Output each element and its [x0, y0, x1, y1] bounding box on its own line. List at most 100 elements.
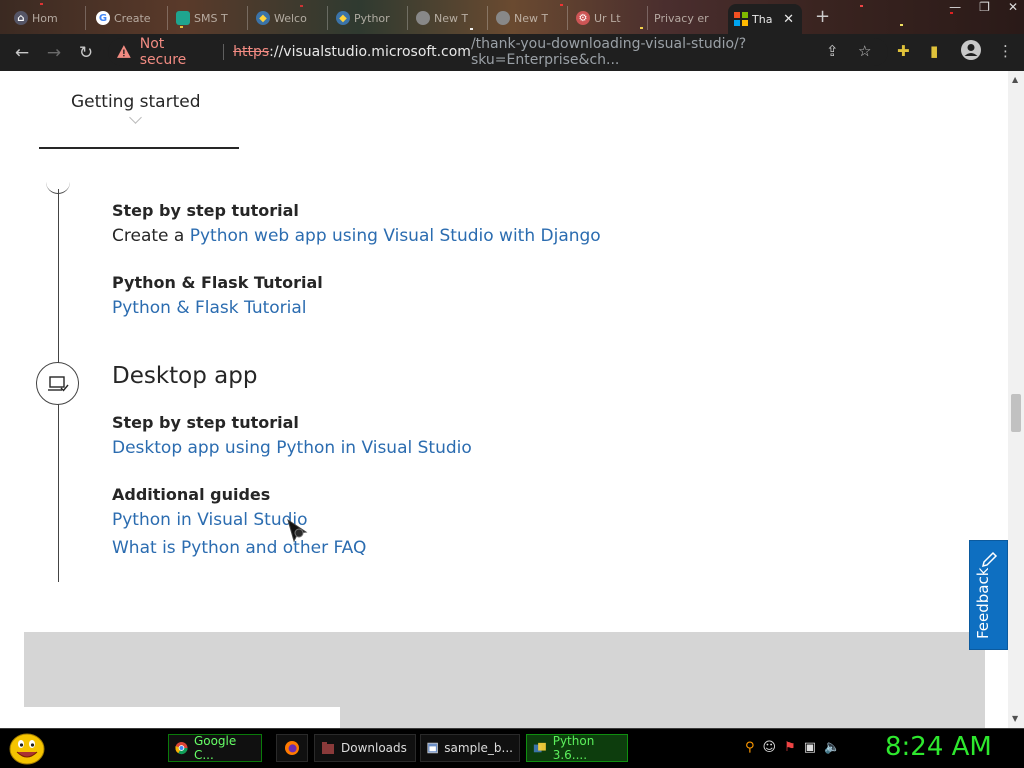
smile-tray-icon[interactable]: ☺ [763, 740, 777, 755]
forward-button[interactable]: → [38, 43, 70, 63]
desktop-app-title: Desktop app [112, 363, 258, 389]
close-window-icon[interactable]: ✕ [1008, 0, 1018, 14]
taskbar-label: sample_b... [444, 741, 513, 755]
taskbar-sample[interactable]: sample_b... [420, 734, 520, 762]
taskbar-label: Downloads [341, 741, 407, 755]
app-icon: ⌂ [14, 11, 28, 25]
url-host: ://visualstudio.microsoft.com [269, 44, 471, 60]
extensions-puzzle-icon[interactable]: ✚ [897, 42, 910, 60]
chrome-icon [416, 11, 430, 25]
page-scrollbar[interactable]: ▲ ▼ [1008, 71, 1024, 728]
tab-title: Privacy er [654, 11, 709, 25]
security-status[interactable]: Not secure [140, 36, 214, 68]
tab-title: Hom [32, 11, 58, 25]
maximize-icon[interactable]: ❐ [979, 0, 990, 14]
flag-icon[interactable]: ⚑ [784, 740, 796, 755]
tab-active-visual-studio[interactable]: Tha ✕ [728, 4, 802, 34]
share-icon[interactable]: ⇪ [826, 42, 839, 60]
volume-icon[interactable]: 🔈 [824, 740, 840, 755]
tab-create[interactable]: G Create [90, 6, 168, 30]
search-icon[interactable]: ⚲ [745, 740, 755, 755]
menu-kebab-icon[interactable]: ⋮ [998, 42, 1013, 60]
bookmark-star-icon[interactable]: ☆ [858, 42, 871, 60]
tab-title: SMS T [194, 11, 228, 25]
google-icon: G [96, 11, 110, 25]
desktop-app-node [36, 362, 79, 405]
side-panel-icon[interactable]: ▮ [930, 42, 938, 60]
microsoft-icon [734, 12, 748, 26]
reload-button[interactable]: ↻ [70, 43, 102, 63]
getting-started-tab[interactable]: Getting started [71, 92, 201, 112]
feedback-label: Feedback [974, 567, 992, 639]
taskbar-downloads[interactable]: Downloads [314, 734, 416, 762]
tab-title: Tha [752, 12, 773, 26]
address-bar[interactable]: Not secure https://visualstudio.microsof… [108, 36, 888, 68]
os-taskbar: Google C... Downloads sample_b... Python… [0, 728, 1024, 768]
firefox-icon [285, 741, 299, 755]
django-tutorial-link[interactable]: Python web app using Visual Studio with … [190, 226, 601, 246]
django-prefix: Create a [112, 226, 190, 246]
sms-icon [176, 11, 190, 25]
warning-icon [116, 45, 131, 58]
taskbar-python-installer[interactable]: Python 3.6.... [526, 734, 628, 762]
folder-icon [322, 742, 334, 754]
new-tab-button[interactable]: + [815, 6, 830, 27]
tab-python[interactable]: ◆ Pythor [330, 6, 408, 30]
taskbar-clock[interactable]: 8:24 AM [885, 732, 992, 762]
laptop-check-icon [47, 375, 69, 392]
window-icon [427, 742, 438, 754]
pencil-icon [981, 551, 998, 568]
profile-avatar-icon[interactable] [960, 39, 982, 65]
window-controls: — ❐ ✕ [949, 0, 1018, 14]
network-icon[interactable]: ▣ [804, 740, 816, 755]
minimize-icon[interactable]: — [949, 0, 961, 14]
scroll-down-arrow-icon[interactable]: ▼ [1012, 714, 1018, 723]
feedback-button[interactable]: Feedback [969, 540, 1008, 650]
taskbar-label: Python 3.6.... [552, 734, 595, 762]
chevron-down-icon [129, 111, 142, 124]
tab-title: Ur Lt [594, 11, 621, 25]
start-smiley-icon[interactable] [8, 732, 46, 766]
desktop-tutorial-link[interactable]: Desktop app using Python in Visual Studi… [112, 438, 472, 458]
python-in-vs-link[interactable]: Python in Visual Studio [112, 510, 308, 530]
tab-new-1[interactable]: New T [410, 6, 488, 30]
tab-privacy[interactable]: Privacy er [648, 6, 726, 30]
tab-title: Pythor [354, 11, 390, 25]
mouse-cursor-icon [287, 518, 308, 543]
divider [223, 44, 225, 60]
tab-title: Welco [274, 11, 307, 25]
close-icon[interactable]: ✕ [783, 12, 794, 27]
taskbar-firefox[interactable] [276, 734, 308, 762]
tab-home[interactable]: ⌂ Hom [8, 6, 86, 30]
tab-sms[interactable]: SMS T [170, 6, 248, 30]
python-icon: ◆ [336, 11, 350, 25]
flask-tutorial-link[interactable]: Python & Flask Tutorial [112, 298, 307, 318]
scrollbar-thumb[interactable] [1011, 394, 1021, 432]
desktop-tutorial-heading: Step by step tutorial [112, 413, 299, 432]
url-scheme: https [233, 44, 270, 60]
additional-guides-heading: Additional guides [112, 485, 271, 504]
django-section-heading: Step by step tutorial [112, 201, 299, 220]
tab-settings[interactable]: ⚙ Ur Lt [570, 6, 648, 30]
back-button[interactable]: ← [6, 43, 38, 63]
python-faq-link[interactable]: What is Python and other FAQ [112, 538, 366, 558]
tab-underline [39, 147, 239, 149]
python-icon: ◆ [256, 11, 270, 25]
python-installer-icon [533, 742, 546, 753]
web-page: Getting started Step by step tutorial Cr… [0, 71, 1008, 728]
footer-band-gap [24, 707, 340, 728]
browser-toolbar: ← → ↻ Not secure https://visualstudio.mi… [0, 34, 1024, 71]
tab-welcome[interactable]: ◆ Welco [250, 6, 328, 30]
chrome-icon [496, 11, 510, 25]
taskbar-chrome[interactable]: Google C... [168, 734, 262, 762]
chrome-icon [175, 741, 188, 755]
system-tray: ⚲ ☺ ⚑ ▣ 🔈 [745, 740, 840, 755]
gear-icon: ⚙ [576, 11, 590, 25]
tab-title: New T [514, 11, 549, 25]
browser-tab-strip: ⌂ Hom G Create SMS T ◆ Welco ◆ Pythor Ne… [0, 0, 1024, 34]
scroll-up-arrow-icon[interactable]: ▲ [1012, 75, 1018, 84]
flask-section-heading: Python & Flask Tutorial [112, 273, 323, 292]
django-line: Create a Python web app using Visual Stu… [112, 226, 601, 246]
tab-new-2[interactable]: New T [490, 6, 568, 30]
taskbar-label: Google C... [193, 734, 237, 762]
